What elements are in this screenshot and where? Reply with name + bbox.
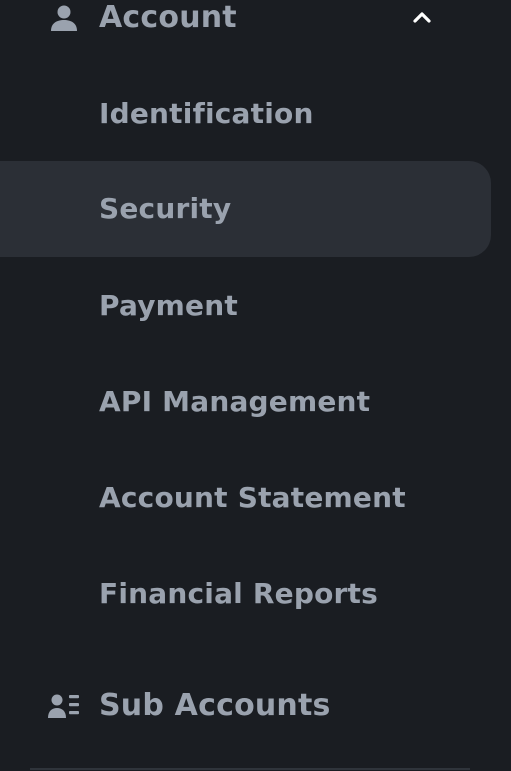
sidebar-item-label: Financial Reports bbox=[99, 577, 379, 610]
sidebar-nav: Account Identification Security Payment … bbox=[0, 0, 511, 771]
sidebar-item-identification[interactable]: Identification bbox=[0, 66, 491, 162]
sidebar-item-payment[interactable]: Payment bbox=[0, 258, 491, 354]
sidebar-item-api-management[interactable]: API Management bbox=[0, 354, 491, 450]
sidebar-item-label: API Management bbox=[99, 385, 371, 418]
divider bbox=[30, 768, 470, 770]
user-list-icon bbox=[48, 690, 80, 722]
sidebar-item-financial-reports[interactable]: Financial Reports bbox=[0, 546, 491, 642]
sidebar-item-label: Account Statement bbox=[99, 481, 406, 514]
sidebar-item-label: Security bbox=[99, 192, 232, 225]
sidebar-item-security[interactable]: Security bbox=[0, 161, 491, 257]
sidebar-section-sub-accounts-label: Sub Accounts bbox=[99, 688, 331, 723]
sidebar-item-label: Payment bbox=[99, 289, 238, 322]
chevron-up-icon[interactable] bbox=[406, 2, 438, 34]
sidebar-section-account-label: Account bbox=[99, 0, 237, 35]
sidebar-item-label: Identification bbox=[99, 97, 314, 130]
sidebar-section-sub-accounts[interactable]: Sub Accounts bbox=[0, 676, 511, 736]
user-icon bbox=[48, 2, 80, 34]
sidebar-item-account-statement[interactable]: Account Statement bbox=[0, 450, 491, 546]
sidebar-section-account[interactable]: Account bbox=[0, 0, 511, 48]
